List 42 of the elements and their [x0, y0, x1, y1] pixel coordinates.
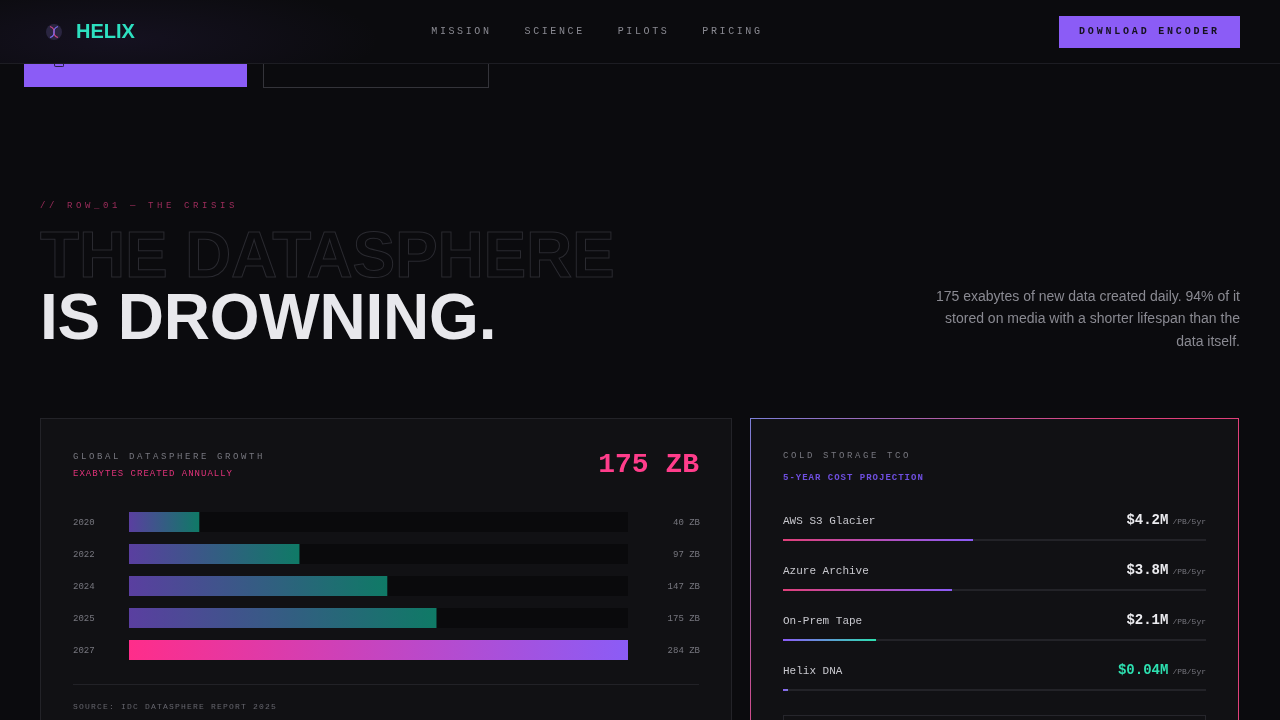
year-label: 2020: [73, 518, 95, 528]
year-label: 2025: [73, 614, 95, 624]
year-label: 2024: [73, 582, 95, 592]
cut-off-button[interactable]: [24, 64, 247, 87]
cost-value: $2.1M: [1126, 612, 1169, 628]
section-eyebrow: // ROW_01 — THE CRISIS: [40, 200, 240, 212]
download-button[interactable]: DOWNLOAD ENCODER: [1059, 15, 1240, 48]
total-value: 175 ZB: [598, 450, 699, 480]
year-label: 2027: [73, 646, 95, 656]
cost-unit: /PB/5yr: [1172, 667, 1206, 676]
outline-icon: [54, 64, 64, 67]
nav-link[interactable]: SCIENCE: [524, 26, 585, 37]
nav-link[interactable]: MISSION: [431, 26, 492, 37]
cost-unit: /PB/5yr: [1172, 617, 1206, 626]
year-label: 2022: [73, 550, 95, 560]
cost-value: $3.8M: [1126, 562, 1169, 578]
nav-link[interactable]: PRICING: [702, 26, 763, 37]
cost-value: $0.04M: [1117, 662, 1169, 678]
nav-link[interactable]: PILOTS: [617, 26, 670, 37]
value-label: 175 ZB: [667, 614, 700, 624]
value-label: 97 ZB: [673, 550, 700, 560]
bar: [129, 512, 200, 532]
cut-off-outline-button[interactable]: [263, 64, 489, 88]
cost-unit: /PB/5yr: [1172, 517, 1206, 526]
value-label: 147 ZB: [667, 582, 700, 592]
headline: IS DROWNING.: [40, 286, 498, 348]
provider-name: Azure Archive: [783, 565, 869, 577]
provider-name: AWS S3 Glacier: [783, 515, 876, 527]
cost-value: $4.2M: [1126, 512, 1169, 528]
provider-name: Helix DNA: [783, 665, 843, 677]
source-note: SOURCE: IDC DATASPHERE REPORT 2025: [73, 702, 279, 711]
card-subtitle: 5-YEAR COST PROJECTION: [783, 472, 925, 484]
brand-name[interactable]: HELIX: [76, 20, 135, 43]
helix-ball-icon: [46, 23, 62, 40]
value-label: 40 ZB: [673, 518, 700, 528]
card-subtitle: EXABYTES CREATED ANNUALLY: [73, 468, 235, 480]
value-label: 284 ZB: [667, 646, 700, 656]
cost-unit: /PB/5yr: [1172, 567, 1206, 576]
summary-text: 175 exabytes of new data created daily. 94% of it stored on media with a shorter lifespan than the data itself.: [934, 286, 1240, 351]
card-title: GLOBAL DATASPHERE GROWTH: [73, 451, 266, 463]
card-title: COLD STORAGE TCO: [783, 450, 912, 462]
provider-name: On-Prem Tape: [783, 615, 863, 627]
